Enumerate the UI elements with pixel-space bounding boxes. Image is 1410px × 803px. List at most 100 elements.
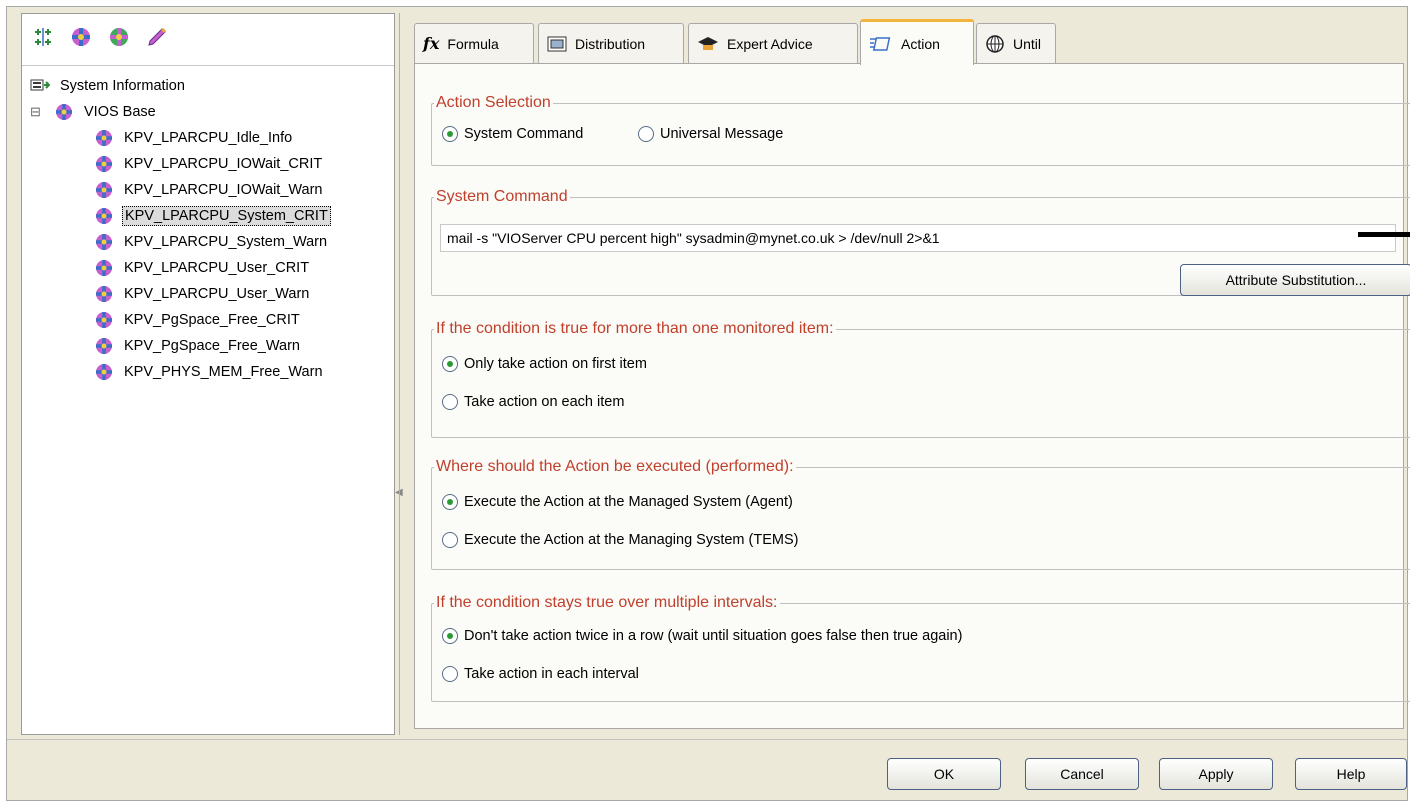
tree-group-label: VIOS Base — [84, 104, 156, 120]
execution-location-group: Where should the Action be executed (per… — [431, 458, 1410, 570]
action-selection-legend: Action Selection — [436, 94, 551, 111]
radio-indicator[interactable] — [638, 126, 654, 142]
tree-group-vios-base[interactable]: ⊟ VIOS Base — [30, 100, 158, 124]
tab-label: Action — [901, 35, 940, 52]
tree-root-label: System Information — [60, 78, 185, 94]
tree-item-situation[interactable]: KPV_PgSpace_Free_Warn — [94, 334, 302, 358]
tree-item-label: KPV_PgSpace_Free_CRIT — [124, 312, 300, 328]
radio-label: Take action on each item — [464, 394, 625, 410]
radio-label: Execute the Action at the Managing Syste… — [464, 532, 799, 548]
tree-item-situation[interactable]: KPV_LPARCPU_System_CRIT — [94, 204, 331, 228]
tree-item-label: KPV_LPARCPU_IOWait_Warn — [124, 182, 323, 198]
tree-item-situation[interactable]: KPV_LPARCPU_IOWait_CRIT — [94, 152, 324, 176]
tree-root-system-information[interactable]: System Information — [30, 74, 187, 98]
radio-each-item[interactable]: Take action on each item — [442, 394, 624, 410]
situation-detail-panel: fx Formula Distribution Expert Advice Ac… — [399, 13, 1410, 735]
tab-until[interactable]: Until — [976, 23, 1056, 63]
tree-item-label: KPV_LPARCPU_Idle_Info — [124, 130, 293, 146]
situation-icon — [96, 312, 112, 328]
system-command-group: System Command Attribute Substitution... — [431, 188, 1410, 296]
situation-editor-window: System Information ⊟ VIOS Base KPV_LPARC… — [6, 6, 1410, 801]
tab-label: Until — [1013, 35, 1042, 52]
distribution-icon — [547, 35, 567, 53]
tree-item-label: KPV_PgSpace_Free_Warn — [124, 338, 300, 354]
radio-managing-system[interactable]: Execute the Action at the Managing Syste… — [442, 532, 798, 548]
tree-item-situation[interactable]: KPV_PgSpace_Free_CRIT — [94, 308, 302, 332]
situation-tree-panel: System Information ⊟ VIOS Base KPV_LPARC… — [21, 13, 395, 735]
tree-item-situation[interactable]: KPV_PHYS_MEM_Free_Warn — [94, 360, 325, 384]
tree-item-label: KPV_LPARCPU_User_Warn — [124, 286, 310, 302]
cancel-button[interactable]: Cancel — [1025, 758, 1139, 790]
attribute-substitution-button[interactable]: Attribute Substitution... — [1180, 264, 1410, 296]
situation-icon — [96, 364, 112, 380]
tab-label: Formula — [447, 35, 499, 52]
ok-button[interactable]: OK — [887, 758, 1001, 790]
tree-item-situation[interactable]: KPV_LPARCPU_Idle_Info — [94, 126, 294, 150]
tree-expand-icon[interactable] — [30, 24, 56, 50]
radio-indicator[interactable] — [442, 494, 458, 510]
radio-system-command[interactable]: System Command — [442, 126, 583, 142]
radio-indicator[interactable] — [442, 126, 458, 142]
situation-icon[interactable] — [68, 24, 94, 50]
tab-label: Distribution — [575, 35, 646, 52]
intervals-legend: If the condition stays true over multipl… — [436, 594, 778, 611]
globe-icon — [985, 34, 1005, 54]
situation-icon — [96, 286, 112, 302]
radio-indicator[interactable] — [442, 628, 458, 644]
tree-item-situation[interactable]: KPV_LPARCPU_User_CRIT — [94, 256, 311, 280]
execution-location-legend: Where should the Action be executed (per… — [436, 458, 794, 475]
radio-each-interval[interactable]: Take action in each interval — [442, 666, 639, 682]
radio-label: Only take action on first item — [464, 356, 647, 372]
help-button[interactable]: Help — [1295, 758, 1407, 790]
dialog-button-bar: OK Cancel Apply Help — [7, 739, 1407, 801]
tab-expert-advice[interactable]: Expert Advice — [688, 23, 858, 63]
tab-label: Expert Advice — [727, 35, 813, 52]
situation-icon — [96, 130, 112, 146]
apply-button[interactable]: Apply — [1159, 758, 1273, 790]
system-command-input[interactable] — [440, 224, 1396, 252]
situation-group-icon — [56, 104, 72, 120]
radio-managed-system[interactable]: Execute the Action at the Managed System… — [442, 494, 793, 510]
tree-item-situation[interactable]: KPV_LPARCPU_User_Warn — [94, 282, 311, 306]
situation-edit-icon[interactable] — [144, 24, 170, 50]
radio-indicator[interactable] — [442, 666, 458, 682]
fx-icon: fx — [423, 34, 440, 53]
radio-universal-message[interactable]: Universal Message — [638, 126, 783, 142]
radio-label: Don't take action twice in a row (wait u… — [464, 628, 963, 644]
multiple-items-group: If the condition is true for more than o… — [431, 320, 1410, 438]
tree-item-label: KPV_LPARCPU_System_CRIT — [122, 206, 331, 226]
situation-icon — [96, 182, 112, 198]
tree-item-label: KPV_LPARCPU_IOWait_CRIT — [124, 156, 323, 172]
radio-label: System Command — [464, 126, 584, 142]
action-tab-panel: Action Selection System Command Universa… — [414, 63, 1410, 729]
intervals-group: If the condition stays true over multipl… — [431, 594, 1410, 702]
tree-item-label: KPV_LPARCPU_User_CRIT — [124, 260, 310, 276]
tree-toolbar — [22, 14, 394, 66]
tree-item-situation[interactable]: KPV_LPARCPU_IOWait_Warn — [94, 178, 325, 202]
radio-label: Universal Message — [660, 126, 784, 142]
situation-icon — [96, 208, 112, 224]
radio-indicator[interactable] — [442, 532, 458, 548]
system-info-icon — [30, 79, 50, 91]
radio-no-repeat-action[interactable]: Don't take action twice in a row (wait u… — [442, 628, 962, 644]
situation-icon — [96, 338, 112, 354]
situation-icon — [96, 156, 112, 172]
system-command-legend: System Command — [436, 188, 568, 205]
radio-first-item-only[interactable]: Only take action on first item — [442, 356, 647, 372]
radio-indicator[interactable] — [442, 356, 458, 372]
radio-indicator[interactable] — [442, 394, 458, 410]
tree-item-label: KPV_LPARCPU_System_Warn — [124, 234, 328, 250]
action-selection-group: Action Selection System Command Universa… — [431, 94, 1410, 166]
tab-formula[interactable]: fx Formula — [414, 23, 534, 63]
collapse-toggle-icon[interactable]: ⊟ — [30, 104, 48, 120]
situation-icon — [96, 260, 112, 276]
action-icon — [869, 35, 893, 53]
tab-action[interactable]: Action — [860, 19, 974, 65]
annotation-pointer-line — [1358, 232, 1410, 237]
tree-item-situation[interactable]: KPV_LPARCPU_System_Warn — [94, 230, 329, 254]
multiple-items-legend: If the condition is true for more than o… — [436, 320, 834, 337]
situation-icon — [96, 234, 112, 250]
radio-label: Execute the Action at the Managed System… — [464, 494, 793, 510]
situation-new-icon[interactable] — [106, 24, 132, 50]
tab-distribution[interactable]: Distribution — [538, 23, 684, 63]
